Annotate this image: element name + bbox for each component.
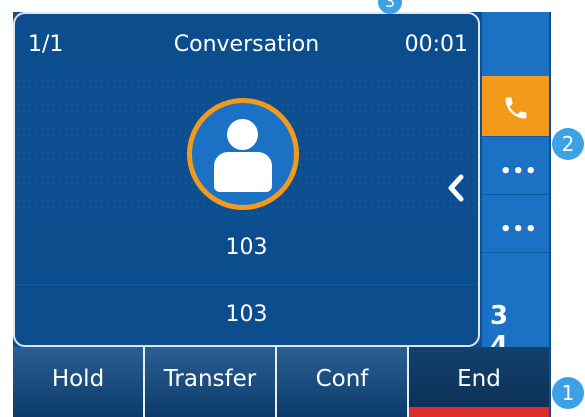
contact-number: 103 xyxy=(225,302,268,327)
line-key-more-1[interactable]: ••• xyxy=(482,136,549,194)
chevron-left-icon[interactable] xyxy=(445,174,467,202)
callout-badge-right: 2 xyxy=(552,128,584,160)
end-call-label: End xyxy=(457,366,501,392)
avatar xyxy=(187,98,299,210)
call-timer: 00:01 xyxy=(404,32,468,57)
more-dots-icon: ••• xyxy=(500,161,538,182)
hold-button[interactable]: Hold xyxy=(13,347,145,417)
line-key-empty[interactable] xyxy=(482,12,549,76)
more-dots-icon: ••• xyxy=(500,219,538,240)
phone-icon xyxy=(505,97,527,119)
divider xyxy=(15,284,478,285)
end-call-button[interactable]: End xyxy=(409,347,549,417)
callout-badge-bottom: 1 xyxy=(552,377,584,409)
line-key-more-2[interactable]: ••• xyxy=(482,194,549,252)
line-key-strip: ••• ••• 3 4 xyxy=(482,12,549,361)
avatar-body xyxy=(214,152,272,192)
avatar-head xyxy=(227,119,258,150)
call-panel: 1/1 Conversation 00:01 103 103 xyxy=(13,12,480,347)
softkey-bar: Hold Transfer Conf End xyxy=(13,347,549,417)
conf-button[interactable]: Conf xyxy=(277,347,409,417)
end-call-accent xyxy=(409,407,549,417)
line-key-page[interactable]: 3 4 xyxy=(482,252,549,361)
transfer-button[interactable]: Transfer xyxy=(145,347,277,417)
contact-name: 103 xyxy=(225,235,268,260)
call-header: 1/1 Conversation 00:01 xyxy=(15,14,478,74)
line-key-active-call[interactable] xyxy=(482,76,549,136)
